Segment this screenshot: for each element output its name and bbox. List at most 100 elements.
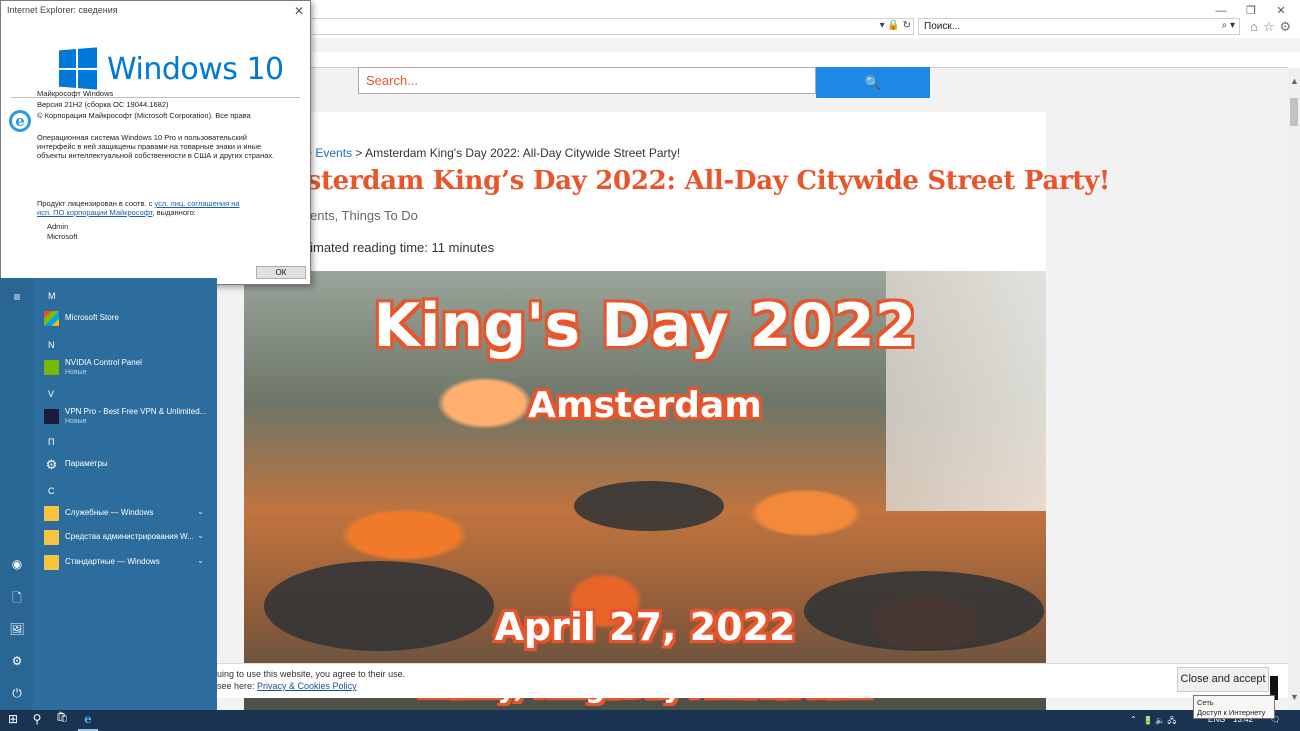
address-bar-buttons[interactable]: ▾ 🔒 ↻ [880, 20, 911, 31]
section-header[interactable]: N [48, 340, 55, 350]
user-icon[interactable]: ◉ [9, 557, 25, 571]
app-name: NVIDIA Control Panel [65, 358, 142, 367]
breadcrumb-sep: > [355, 146, 363, 160]
toolbar-icons[interactable]: ⌂☆⚙ [1250, 19, 1296, 35]
ie-search-placeholder: Поиск... [924, 21, 961, 32]
breadcrumb: > Events > Amsterdam King's Day 2022: Al… [305, 146, 680, 160]
app-name: VPN Pro - Best Free VPN & Unlimited... [65, 407, 207, 416]
breadcrumb-events-link[interactable]: Events [315, 146, 352, 160]
nvidia-icon [44, 360, 59, 375]
hero-date: April 27, 2022 [494, 605, 796, 649]
section-header[interactable]: V [48, 389, 54, 399]
post-categories[interactable]: ents, Things To Do [310, 208, 418, 223]
documents-icon[interactable]: 🗋 [9, 589, 25, 610]
app-microsoft-store[interactable]: Microsoft Store [44, 307, 214, 331]
ie-logo-icon: e [9, 110, 31, 132]
license-link[interactable]: усл. лиц. соглашения на [154, 199, 239, 208]
search-icon[interactable]: ⌕ ▾ [1222, 20, 1235, 31]
search-icon: 🔍 [864, 75, 882, 90]
product-name: Майкрософт Windows [37, 89, 114, 98]
app-name: Средства администрирования W... [65, 532, 194, 541]
power-icon[interactable]: ⏻ [9, 686, 25, 701]
start-menu: ≡ ◉ 🗋 🖼 ⚙ ⏻ M Microsoft Store N NVIDIA C… [0, 278, 217, 711]
folder-accessories[interactable]: Стандартные — Windows ⌄ [44, 551, 214, 575]
start-button-icon[interactable]: ⊞ [3, 712, 23, 726]
windows-logo-icon [58, 47, 98, 90]
cookie-prefix: see here: [217, 681, 258, 691]
folder-icon [44, 555, 59, 570]
product-version: Версия 21H2 (сборка ОС 19044.1682) [37, 100, 169, 109]
licensed-org: Microsoft [47, 232, 78, 241]
windows-brand: Windows 10 [107, 52, 284, 87]
ok-button[interactable]: ОК [256, 266, 306, 279]
address-bar[interactable]: ▾ 🔒 ↻ [310, 18, 914, 35]
cookie-text-2: see here: Privacy & Cookies Policy [217, 681, 357, 691]
dialog-close-icon[interactable]: ✕ [294, 4, 304, 18]
folder-icon [44, 530, 59, 545]
app-name: Стандартные — Windows [65, 557, 160, 566]
app-name: Параметры [65, 459, 108, 468]
hamburger-icon[interactable]: ≡ [9, 290, 25, 304]
folder-admin-tools[interactable]: Средства администрирования W... ⌄ [44, 526, 214, 550]
pictures-icon[interactable]: 🖼 [9, 622, 25, 636]
tray-chevron-icon[interactable]: ⌃ [1130, 715, 1137, 724]
gear-icon: ⚙ [45, 457, 58, 472]
app-new-badge: Новые [65, 418, 87, 425]
chevron-down-icon[interactable]: ⌄ [197, 556, 204, 565]
restore-button[interactable]: ❐ [1236, 2, 1266, 20]
dialog-title: Internet Explorer: сведения [7, 5, 118, 15]
site-search-button[interactable]: 🔍 [816, 67, 930, 98]
post-title: nsterdam King’s Day 2022: All-Day Citywi… [288, 166, 1110, 196]
vertical-scrollbar[interactable]: ▲ ▼ [1288, 68, 1300, 710]
close-window-button[interactable]: ✕ [1266, 2, 1296, 20]
section-header[interactable]: С [48, 486, 55, 496]
app-vpn-pro[interactable]: VPN Pro - Best Free VPN & Unlimited... Н… [44, 405, 214, 429]
license-text-2: исп. ПО корпорации Майкрософт, выданного… [37, 208, 196, 219]
section-header[interactable]: M [48, 291, 56, 301]
hero-boat [574, 481, 724, 531]
site-search-input[interactable]: Search... [358, 67, 816, 94]
privacy-policy-link[interactable]: Privacy & Cookies Policy [257, 681, 357, 691]
scroll-up-icon[interactable]: ▲ [1290, 76, 1299, 86]
app-name: Microsoft Store [65, 313, 119, 322]
cookie-banner: uing to use this website, you agree to t… [217, 663, 1288, 698]
internet-explorer-icon[interactable]: e [78, 712, 98, 731]
app-new-badge: Новые [65, 369, 87, 376]
close-and-accept-button[interactable]: Close and accept [1177, 667, 1269, 692]
app-name: Служебные — Windows [65, 508, 154, 517]
dialog-body: Windows 10 e Майкрософт Windows Версия 2… [1, 21, 310, 284]
folder-icon [44, 506, 59, 521]
license-prefix: Продукт лицензирован в соотв. с [37, 199, 155, 208]
hero-heading: King's Day 2022 [373, 291, 917, 361]
hero-image: King's Day 2022 Amsterdam April 27, 2022… [244, 271, 1046, 711]
scroll-thumb[interactable] [1290, 98, 1298, 126]
license-link-2[interactable]: исп. ПО корпорации Майкрософт [37, 208, 152, 217]
search-icon[interactable]: ⚲ [27, 712, 47, 726]
tooltip-text: Доступ к Интернету [1197, 708, 1266, 717]
scroll-down-icon[interactable]: ▼ [1290, 692, 1299, 702]
start-rail: ≡ ◉ 🗋 🖼 ⚙ ⏻ [0, 278, 33, 711]
license-suffix: , выданного: [152, 208, 196, 217]
app-nvidia-control-panel[interactable]: NVIDIA Control Panel Новые [44, 356, 214, 380]
dialog-titlebar[interactable]: Internet Explorer: сведения ✕ [1, 1, 310, 21]
chevron-down-icon[interactable]: ⌄ [197, 531, 204, 540]
store-icon[interactable]: 🛍 [52, 712, 72, 723]
chevron-down-icon[interactable]: ⌄ [197, 507, 204, 516]
tooltip-title: Сеть [1197, 698, 1214, 707]
legal-text: объекты интеллектуальной собственности в… [37, 151, 275, 160]
tray-icons[interactable]: 🔋 🔈 🖧 [1143, 715, 1176, 729]
hero-subheading: Amsterdam [528, 385, 762, 426]
ie-search-box[interactable]: Поиск... ⌕ ▾ [918, 18, 1240, 35]
cookie-text: uing to use this website, you agree to t… [217, 669, 406, 679]
copyright: © Корпорация Майкрософт (Microsoft Corpo… [37, 111, 251, 120]
breadcrumb-current: Amsterdam King's Day 2022: All-Day Cityw… [365, 146, 681, 160]
section-header[interactable]: П [48, 437, 54, 447]
folder-system-tools[interactable]: Служебные — Windows ⌄ [44, 502, 214, 526]
reading-time: stimated reading time: 11 minutes [300, 240, 495, 255]
app-settings[interactable]: ⚙ Параметры [44, 453, 214, 477]
licensed-user: Admin [47, 222, 69, 231]
about-dialog: Internet Explorer: сведения ✕ Windows 10… [0, 0, 311, 285]
vpn-icon [44, 409, 59, 424]
settings-icon[interactable]: ⚙ [9, 654, 25, 668]
taskbar: ⊞ ⚲ 🛍 e ⌃ 🔋 🔈 🖧 ENG 13:42 🗨 [0, 710, 1300, 731]
